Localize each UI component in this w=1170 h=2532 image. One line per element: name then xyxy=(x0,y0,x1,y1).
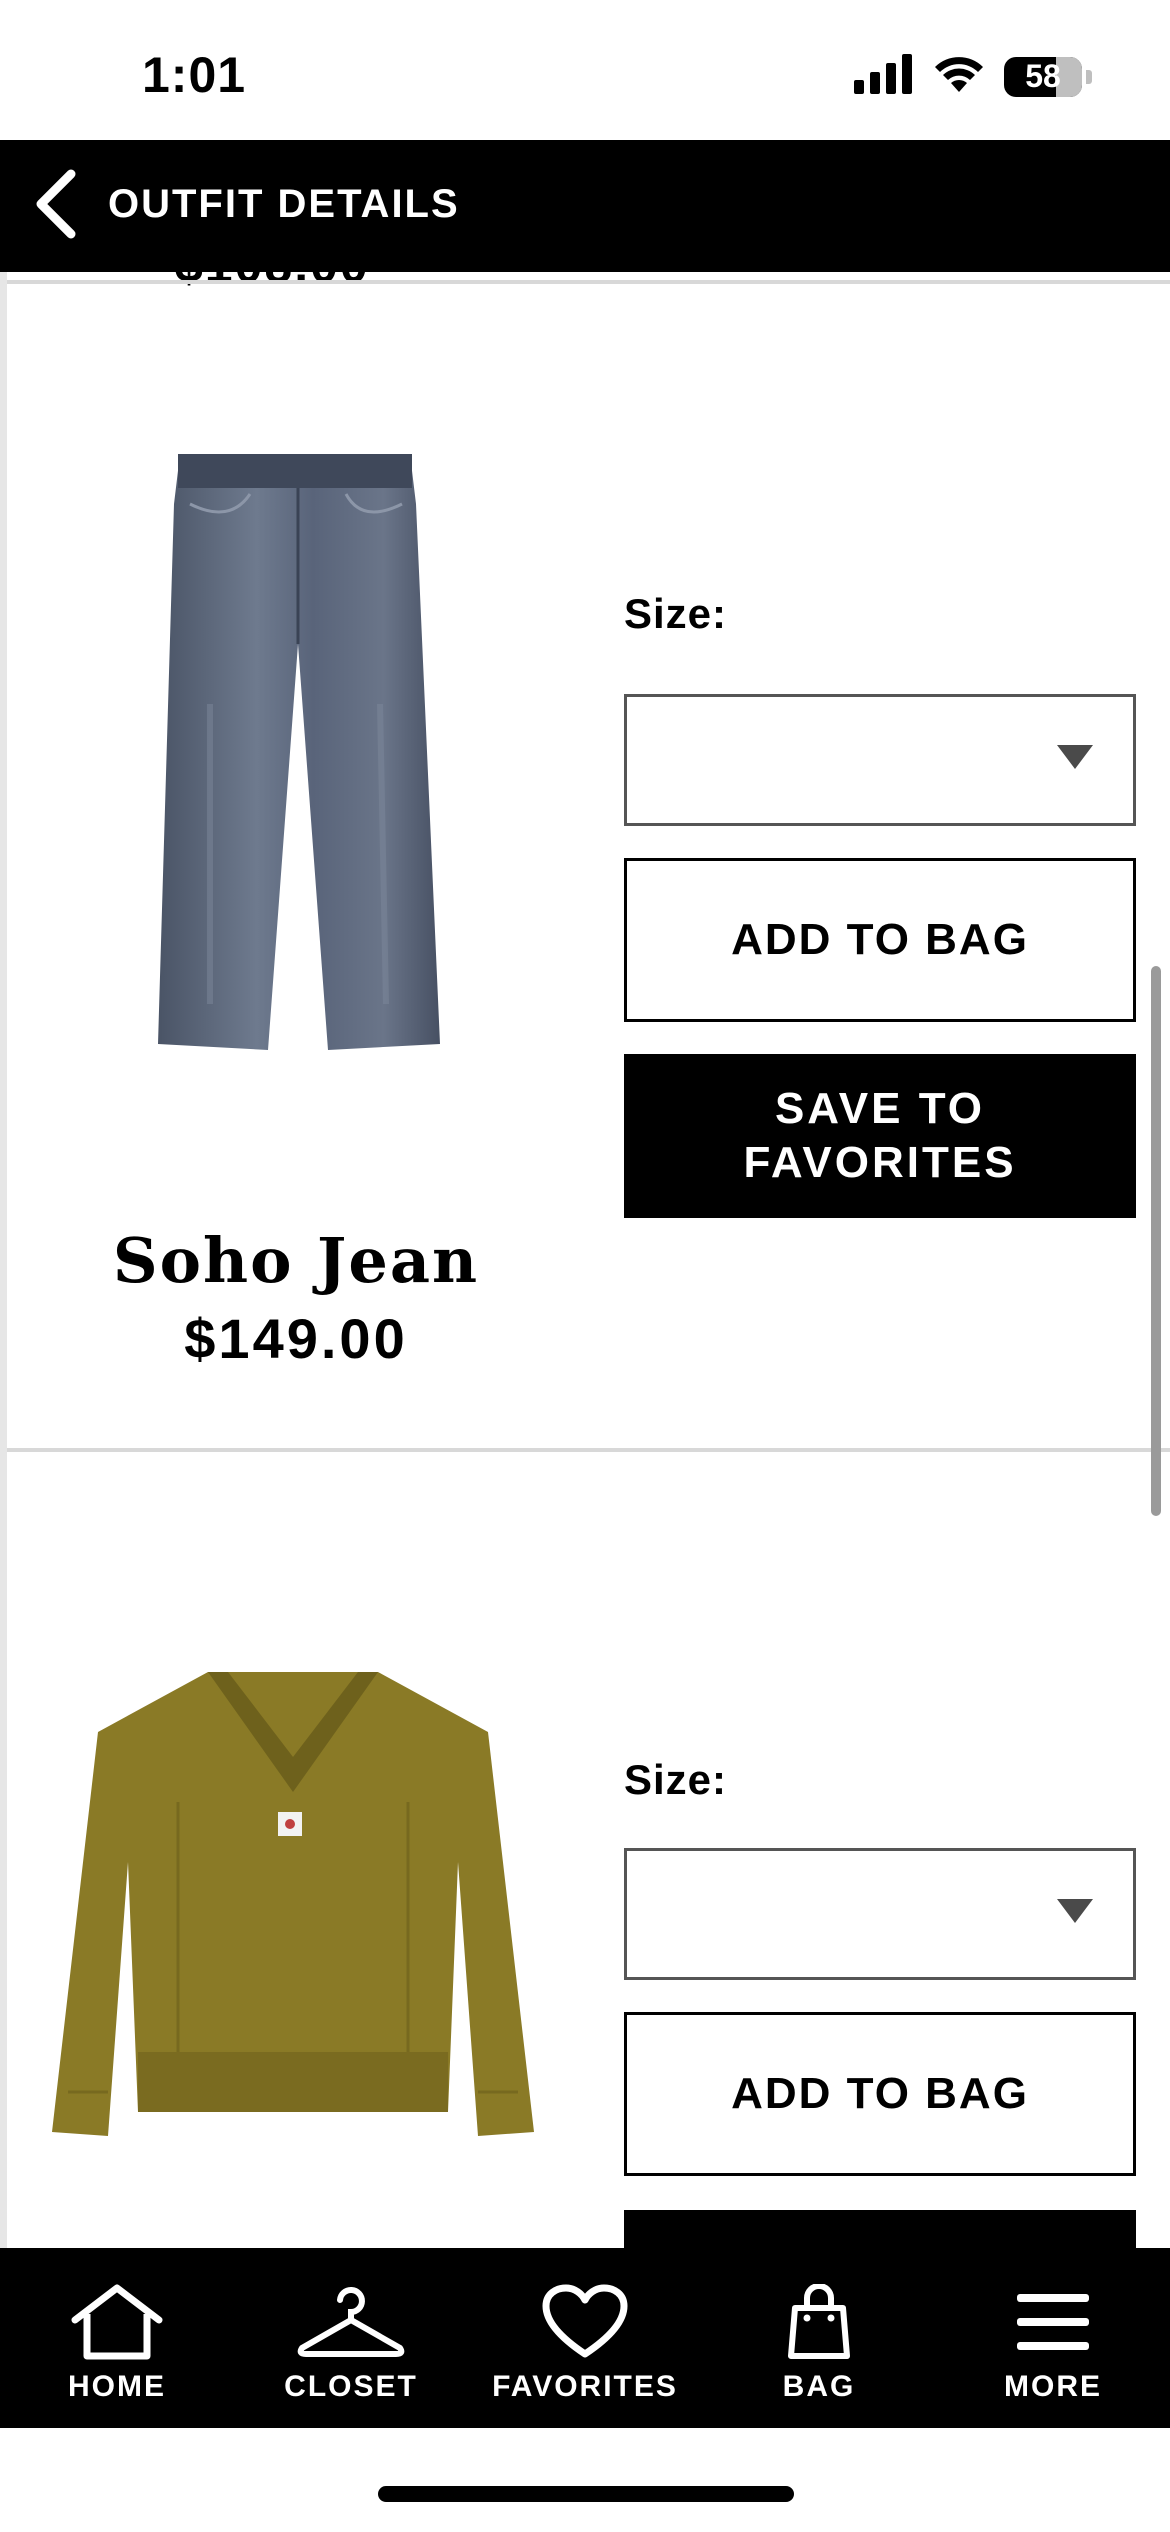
status-bar: 1:01 58 xyxy=(0,0,1170,140)
status-time: 1:01 xyxy=(142,47,247,103)
size-select[interactable] xyxy=(624,694,1136,826)
add-to-bag-button[interactable]: ADD TO BAG xyxy=(624,858,1136,1022)
status-icons: 58 xyxy=(854,54,1092,99)
outfit-item-sweater: Size: ADD TO BAG xyxy=(0,1452,1170,2248)
battery-tip xyxy=(1086,69,1092,84)
caret-down-icon xyxy=(1057,745,1093,769)
chevron-left-icon xyxy=(33,168,79,245)
tab-label: BAG xyxy=(782,2370,856,2403)
battery-icon: 58 xyxy=(1004,56,1082,97)
tab-home[interactable]: HOME xyxy=(0,2248,234,2428)
size-label: Size: xyxy=(624,1756,728,1803)
page-title: OUTFIT DETAILS xyxy=(108,182,460,226)
size-select[interactable] xyxy=(624,1848,1136,1980)
item-price: $149.00 xyxy=(184,1307,408,1370)
tab-bag[interactable]: BAG xyxy=(702,2248,936,2428)
tab-label: MORE xyxy=(1004,2370,1102,2403)
menu-icon xyxy=(1017,2282,1089,2362)
tab-closet[interactable]: CLOSET xyxy=(234,2248,468,2428)
scrollbar[interactable] xyxy=(1151,966,1161,1516)
battery-level: 58 xyxy=(1025,58,1061,94)
back-button[interactable] xyxy=(28,168,84,244)
home-icon xyxy=(69,2282,165,2362)
item-name[interactable]: Soho Jean xyxy=(0,1224,592,1297)
add-to-bag-button[interactable]: ADD TO BAG xyxy=(624,2012,1136,2176)
home-indicator[interactable] xyxy=(378,2486,794,2502)
tab-label: HOME xyxy=(68,2370,166,2403)
tab-more[interactable]: MORE xyxy=(936,2248,1170,2428)
app-header: OUTFIT DETAILS xyxy=(0,140,1170,272)
tab-bar: HOME CLOSET FAVORITES BAG MORE xyxy=(0,2248,1170,2428)
jeans-image[interactable] xyxy=(140,444,460,1069)
tab-label: FAVORITES xyxy=(492,2370,678,2403)
heart-icon xyxy=(542,2282,628,2362)
hanger-icon xyxy=(296,2282,406,2362)
signal-icon xyxy=(854,54,914,99)
wifi-icon xyxy=(932,54,986,99)
save-button-label: SAVE TO FAVORITES xyxy=(743,1084,1017,1187)
sweater-image[interactable] xyxy=(48,1662,538,2167)
size-label: Size: xyxy=(624,590,728,637)
save-to-favorites-button[interactable] xyxy=(624,2210,1136,2248)
caret-down-icon xyxy=(1057,1899,1093,1923)
outfit-items-list[interactable]: $108.00 xyxy=(0,272,1170,2248)
save-to-favorites-button[interactable]: SAVE TO FAVORITES xyxy=(624,1054,1136,1218)
bag-icon xyxy=(787,2282,851,2362)
tab-label: CLOSET xyxy=(284,2370,418,2403)
tab-favorites[interactable]: FAVORITES xyxy=(468,2248,702,2428)
